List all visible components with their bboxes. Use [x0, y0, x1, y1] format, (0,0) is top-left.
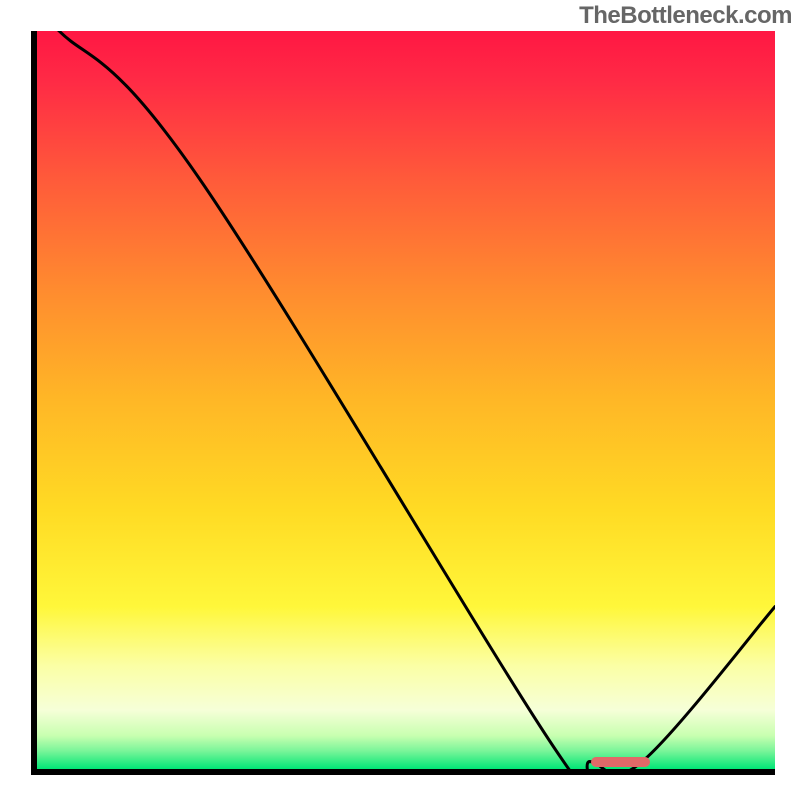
optimal-range-marker [591, 757, 650, 767]
chart-frame: TheBottleneck.com [0, 0, 800, 800]
bottleneck-curve [37, 31, 775, 769]
plot-area [31, 31, 775, 775]
watermark-text: TheBottleneck.com [579, 2, 792, 30]
